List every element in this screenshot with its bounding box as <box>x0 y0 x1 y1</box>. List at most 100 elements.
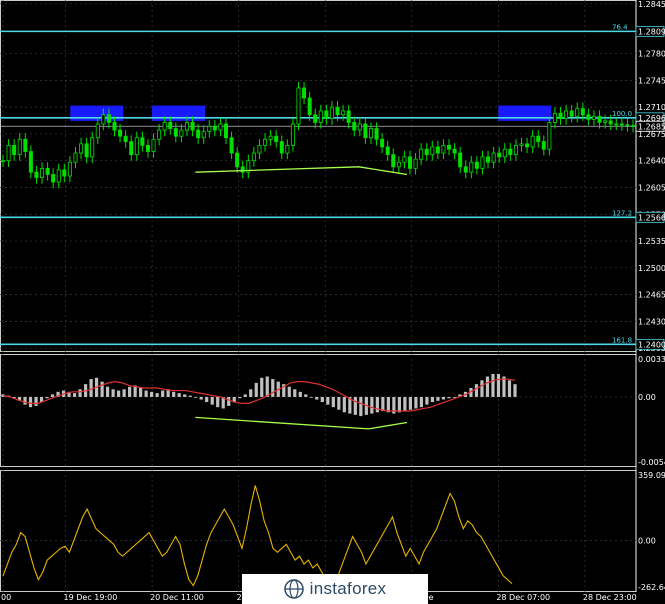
macd-histogram-bar <box>238 396 242 399</box>
price-candle-body <box>290 123 295 146</box>
price-candle-body <box>123 135 128 142</box>
x-tick-label: 19 Dec 19:00 <box>64 593 118 602</box>
price-candle-body <box>212 125 217 131</box>
logo-text: instaforex <box>309 579 387 598</box>
price-candle-body <box>229 137 234 154</box>
price-tick-label: 1.2640 <box>638 157 665 166</box>
price-candle-body <box>564 110 569 120</box>
price-candle-body <box>251 152 256 162</box>
price-candle-body <box>491 152 496 163</box>
price-candle-body <box>541 141 546 150</box>
macd-tick-label: 0.00336 <box>638 355 665 364</box>
price-tag-label: 1.2566 <box>638 213 665 222</box>
price-candle-body <box>118 129 123 137</box>
macd-histogram-bar <box>326 396 330 405</box>
axis-layer: 1.28451.27801.27451.27101.26751.26401.26… <box>1 0 665 602</box>
price-candle-body <box>519 143 524 146</box>
price-candle-body <box>385 146 390 155</box>
price-candle-body <box>101 114 106 125</box>
price-candle-body <box>608 120 613 125</box>
price-candle-body <box>558 112 563 120</box>
price-candle-body <box>435 146 440 154</box>
macd-histogram-bar <box>249 389 253 397</box>
price-candle-body <box>525 143 530 148</box>
price-tag-label: 1.2809 <box>638 27 665 36</box>
macd-histogram-bar <box>150 391 154 397</box>
macd-histogram-bar <box>177 393 181 397</box>
price-candle-body <box>23 138 28 152</box>
instaforex-globe-icon <box>283 579 304 599</box>
macd-histogram-bar <box>441 396 446 400</box>
macd-histogram-bar <box>117 390 121 397</box>
cci-line <box>2 485 513 587</box>
macd-histogram-bar <box>28 396 33 408</box>
macd-histogram-bar <box>227 396 231 406</box>
macd-histogram-bar <box>172 391 176 397</box>
macd-histogram-bar <box>139 388 143 397</box>
macd-histogram-bar <box>50 394 55 397</box>
macd-histogram-bar <box>353 396 357 415</box>
macd-histogram-bar <box>513 384 517 397</box>
macd-histogram-bar <box>315 396 319 400</box>
price-tick-label: 1.2535 <box>638 237 665 246</box>
macd-histogram-bar <box>100 381 104 397</box>
price-candle-body <box>335 106 340 116</box>
macd-histogram-bar <box>430 396 435 403</box>
macd-tick-label: 0.00 <box>638 393 656 402</box>
macd-divergence-line <box>195 416 408 430</box>
price-candle-body <box>173 128 178 137</box>
price-candle-body <box>352 122 357 131</box>
macd-histogram-bar <box>337 396 341 410</box>
price-candle-body <box>313 114 318 123</box>
macd-histogram-bar <box>496 373 501 397</box>
price-candle-body <box>257 144 262 154</box>
macd-histogram-bar <box>480 380 484 397</box>
macd-panel <box>1 373 517 430</box>
price-candle-body <box>318 110 323 123</box>
macd-histogram-bar <box>45 396 49 399</box>
price-candle-body <box>430 146 435 155</box>
cci-panel <box>2 485 513 587</box>
macd-histogram-bar <box>111 389 115 397</box>
price-candle-body <box>84 143 89 158</box>
macd-histogram-bar <box>243 394 247 397</box>
macd-histogram-bar <box>188 395 192 397</box>
price-tick-label: 1.2710 <box>638 103 665 112</box>
x-tick-label: 20 Dec 11:00 <box>150 593 204 602</box>
fib-level-label: 127.2 <box>612 209 632 217</box>
price-candle-body <box>547 122 552 150</box>
price-candle-body <box>285 144 290 154</box>
price-tick-label: 1.2845 <box>638 0 665 9</box>
macd-histogram-bar <box>183 394 187 397</box>
price-candle-body <box>67 161 72 177</box>
price-candle-body <box>419 148 424 160</box>
macd-histogram-bar <box>370 396 374 414</box>
price-candle-body <box>591 115 596 120</box>
cci-tick-label: 0.00 <box>638 536 656 545</box>
price-tick-label: 1.2605 <box>638 183 665 192</box>
macd-histogram-bar <box>397 396 401 413</box>
price-candle-body <box>162 122 167 131</box>
price-candle-body <box>62 169 67 177</box>
price-candle-body <box>413 158 418 169</box>
price-candle-body <box>441 144 446 154</box>
macd-histogram-bar <box>210 396 214 405</box>
price-candle-body <box>106 114 111 123</box>
macd-histogram-bar <box>491 373 495 397</box>
x-tick-label: 00 <box>1 593 11 602</box>
price-candle-body <box>129 141 134 155</box>
price-candle-body <box>151 138 156 152</box>
price-candle-body <box>207 125 212 133</box>
price-candle-body <box>536 135 541 142</box>
price-candle-body <box>619 123 624 126</box>
macd-histogram-bar <box>205 396 209 403</box>
price-candle-body <box>184 122 189 131</box>
price-tag-label: 1.2400 <box>638 340 665 349</box>
price-candle-body <box>0 160 6 163</box>
price-candle-body <box>145 144 150 152</box>
price-candle-body <box>134 137 139 155</box>
price-candle-body <box>586 114 591 120</box>
macd-histogram-bar <box>403 396 407 412</box>
price-candle-body <box>95 123 100 139</box>
instaforex-logo: instaforex <box>242 574 428 604</box>
